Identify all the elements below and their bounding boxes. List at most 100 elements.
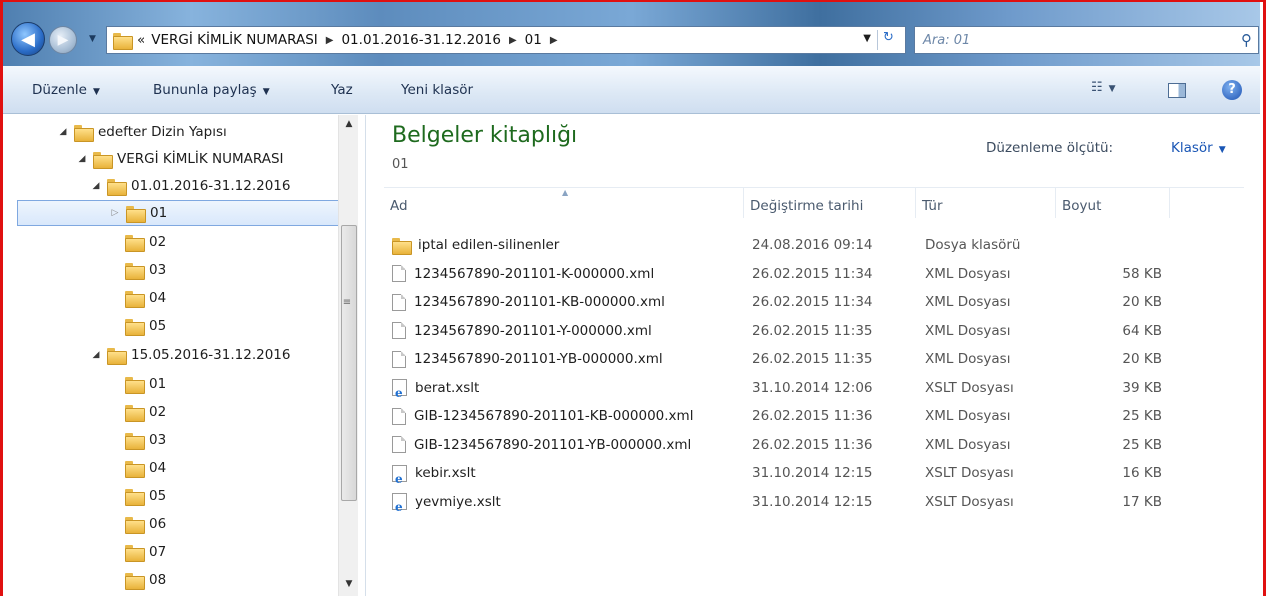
file-type: XML Dosyası xyxy=(925,351,1011,367)
breadcrumb-overflow[interactable]: « xyxy=(137,32,145,48)
file-size: 20 KB xyxy=(1122,351,1162,367)
arrange-by-value: Klasör xyxy=(1171,140,1213,156)
file-row[interactable]: 1234567890-201101-Y-000000.xml 26.02.2015… xyxy=(384,317,1244,345)
file-size: 20 KB xyxy=(1122,294,1162,310)
command-bar: Düzenle ▼ Bununla paylaş ▼ Yaz Yeni klasör… xyxy=(3,66,1260,114)
expanded-arrow-icon[interactable]: ◢ xyxy=(89,181,103,191)
library-title: Belgeler kitaplığı xyxy=(392,123,578,148)
tree-item-08[interactable]: 08 xyxy=(107,567,166,593)
breadcrumb-separator-icon[interactable]: ▶ xyxy=(550,35,558,46)
file-date: 26.02.2015 11:35 xyxy=(752,351,873,367)
breadcrumb-separator-icon[interactable]: ▶ xyxy=(509,35,517,46)
file-name-cell: iptal edilen-silinenler xyxy=(392,231,559,259)
tree-item-04[interactable]: 04 xyxy=(107,455,166,481)
file-row[interactable]: 1234567890-201101-YB-000000.xml 26.02.201… xyxy=(384,345,1244,373)
expanded-arrow-icon[interactable]: ◢ xyxy=(56,127,70,137)
tree-item-03[interactable]: 03 xyxy=(107,427,166,453)
xml-file-icon xyxy=(392,322,406,339)
refresh-icon[interactable]: ↻ xyxy=(877,30,899,50)
file-row[interactable]: iptal edilen-silinenler 24.08.2016 09:14 D… xyxy=(384,231,1244,259)
file-type: XSLT Dosyası xyxy=(925,465,1014,481)
scroll-up-icon[interactable]: ▲ xyxy=(339,119,359,129)
tree-item-04[interactable]: 04 xyxy=(107,285,166,311)
tree-item-period-2[interactable]: ◢ 15.05.2016-31.12.2016 xyxy=(89,342,290,368)
file-name-cell: yevmiye.xslt xyxy=(392,488,501,521)
folder-icon xyxy=(125,290,145,308)
tree-item-02[interactable]: 02 xyxy=(107,399,166,425)
tree-item-07[interactable]: 07 xyxy=(107,539,166,565)
file-date: 26.02.2015 11:34 xyxy=(752,294,873,310)
column-type[interactable]: Tür xyxy=(916,188,1056,218)
folder-icon xyxy=(107,178,127,196)
file-type: XML Dosyası xyxy=(925,436,1011,453)
change-view-button[interactable]: ☷ ▼ xyxy=(1091,80,1116,95)
xslt-file-icon xyxy=(392,464,407,493)
tree-item-01[interactable]: 01 xyxy=(107,371,166,397)
file-date: 26.02.2015 11:34 xyxy=(752,265,873,282)
collapsed-arrow-icon[interactable]: ▷ xyxy=(108,208,122,218)
file-row[interactable]: GIB-1234567890-201101-YB-000000.xml 26.02… xyxy=(384,431,1244,459)
expanded-arrow-icon[interactable]: ◢ xyxy=(75,154,89,164)
tree-item-label: 04 xyxy=(149,460,167,476)
tree-item-label: 05 xyxy=(149,488,167,504)
tree-item-edefter[interactable]: ◢ edefter Dizin Yapısı xyxy=(56,119,227,145)
scrollbar-thumb[interactable] xyxy=(341,225,357,501)
xml-file-icon xyxy=(392,293,406,311)
breadcrumb-vkn[interactable]: VERGİ KİMLİK NUMARASI xyxy=(151,32,318,48)
file-row[interactable]: berat.xslt 31.10.2014 12:06 XSLT Dosyası 39… xyxy=(384,374,1244,407)
expanded-arrow-icon[interactable]: ◢ xyxy=(89,350,103,360)
tree-item-06[interactable]: 06 xyxy=(107,511,166,537)
forward-button[interactable]: ▶ xyxy=(49,26,77,54)
column-size[interactable]: Boyut xyxy=(1056,188,1170,218)
file-row[interactable]: 1234567890-201101-KB-000000.xml 26.02.201… xyxy=(384,288,1244,316)
address-dropdown-icon[interactable]: ▼ xyxy=(863,33,871,44)
file-name: yevmiye.xslt xyxy=(415,493,501,510)
back-button[interactable]: ◀ xyxy=(11,22,45,56)
file-name-cell: GIB-1234567890-201101-YB-000000.xml xyxy=(392,431,691,459)
folder-icon xyxy=(125,404,145,422)
folder-icon xyxy=(125,432,145,450)
file-date: 31.10.2014 12:15 xyxy=(752,465,873,481)
search-icon[interactable]: ⚲ xyxy=(1241,31,1252,49)
search-input[interactable]: Ara: 01 ⚲ xyxy=(914,26,1259,54)
details-view-icon: ☷ xyxy=(1091,80,1103,95)
breadcrumb-separator-icon[interactable]: ▶ xyxy=(326,35,334,46)
address-field[interactable]: « VERGİ KİMLİK NUMARASI ▶ 01.01.2016-31.… xyxy=(106,26,906,54)
tree-item-05[interactable]: 05 xyxy=(107,313,166,339)
breadcrumb-period[interactable]: 01.01.2016-31.12.2016 xyxy=(341,32,500,48)
preview-pane-icon[interactable] xyxy=(1168,83,1186,98)
column-date[interactable]: Değiştirme tarihi xyxy=(744,188,916,218)
tree-item-label: 02 xyxy=(149,404,167,420)
file-row[interactable]: 1234567890-201101-K-000000.xml 26.02.2015… xyxy=(384,260,1244,288)
tree-item-01-selected[interactable]: ▷ 01 xyxy=(17,200,340,226)
file-size: 16 KB xyxy=(1122,465,1162,481)
file-row[interactable]: GIB-1234567890-201101-KB-000000.xml 26.02… xyxy=(384,402,1244,430)
scroll-down-icon[interactable]: ▼ xyxy=(339,579,359,589)
burn-button[interactable]: Yaz xyxy=(331,82,353,98)
burn-label: Yaz xyxy=(331,82,353,98)
recent-pages-dropdown[interactable]: ▼ xyxy=(89,34,96,44)
file-row[interactable]: yevmiye.xslt 31.10.2014 12:15 XSLT Dosyası… xyxy=(384,488,1244,521)
tree-item-label: 02 xyxy=(149,234,167,250)
organize-button[interactable]: Düzenle ▼ xyxy=(32,82,100,98)
tree-item-vkn[interactable]: ◢ VERGİ KİMLİK NUMARASI xyxy=(75,146,284,172)
xslt-file-icon xyxy=(392,493,407,521)
navigation-scrollbar[interactable]: ▲ ≡ ▼ xyxy=(338,115,358,596)
file-row[interactable]: kebir.xslt 31.10.2014 12:15 XSLT Dosyası 16… xyxy=(384,459,1244,493)
tree-item-02[interactable]: 02 xyxy=(107,229,166,255)
file-name-cell: berat.xslt xyxy=(392,374,479,407)
tree-item-period-1[interactable]: ◢ 01.01.2016-31.12.2016 xyxy=(89,173,290,199)
column-name[interactable]: Ad xyxy=(384,188,744,218)
breadcrumb-current[interactable]: 01 xyxy=(525,32,542,48)
tree-item-03[interactable]: 03 xyxy=(107,257,166,283)
new-folder-button[interactable]: Yeni klasör xyxy=(401,82,473,98)
share-button[interactable]: Bununla paylaş ▼ xyxy=(153,82,270,98)
file-name-cell: 1234567890-201101-YB-000000.xml xyxy=(392,345,663,373)
folder-icon xyxy=(107,347,127,365)
help-icon[interactable]: ? xyxy=(1222,80,1242,100)
arrange-by-dropdown[interactable]: Klasör ▼ xyxy=(1171,140,1226,156)
content-pane: Belgeler kitaplığı 01 Düzenleme ölçütü: … xyxy=(368,115,1258,596)
folder-icon xyxy=(113,33,133,50)
tree-item-05[interactable]: 05 xyxy=(107,483,166,509)
search-placeholder: Ara: 01 xyxy=(923,32,971,48)
